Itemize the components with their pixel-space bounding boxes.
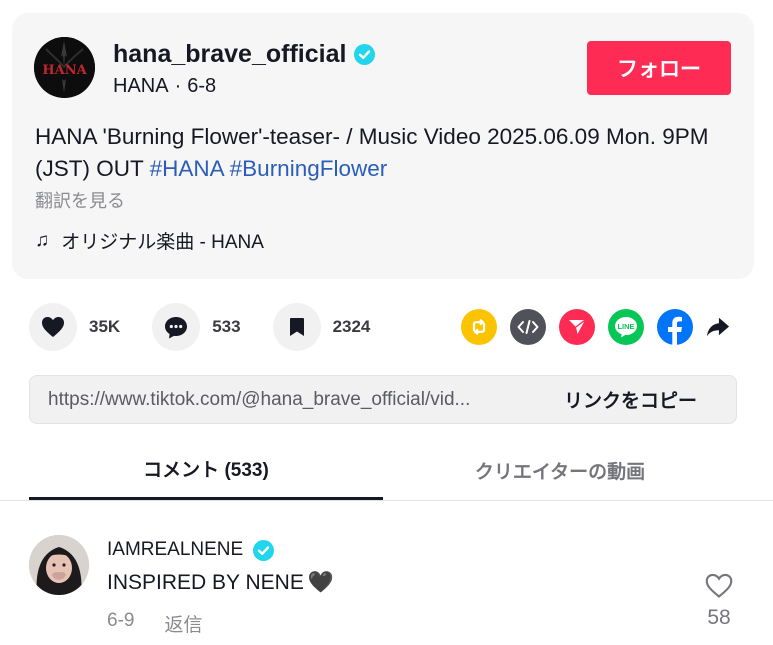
author-username[interactable]: hana_brave_official xyxy=(113,40,376,69)
like-count: 35K xyxy=(89,317,121,336)
share-link-box: https://www.tiktok.com/@hana_brave_offic… xyxy=(29,375,737,424)
music-note-icon: ♫ xyxy=(35,229,50,251)
action-bar: 35K 533 2324 xyxy=(29,303,370,351)
reply-button[interactable]: 返信 xyxy=(164,610,202,637)
comment-date: 6-9 xyxy=(107,610,135,631)
comment-item: IAMREALNENE INSPIRED BY NENE 🖤 6-9 返信 58 xyxy=(29,535,749,637)
music-label[interactable]: オリジナル楽曲 - HANA xyxy=(61,227,264,254)
heart-icon[interactable] xyxy=(29,303,77,351)
video-url-text[interactable]: https://www.tiktok.com/@hana_brave_offic… xyxy=(48,389,538,411)
comment-text: INSPIRED BY NENE 🖤 xyxy=(107,571,334,595)
separator-dot: · xyxy=(174,75,182,97)
bookmark-icon[interactable] xyxy=(272,303,321,351)
send-icon[interactable] xyxy=(559,309,595,345)
commenter-username-text[interactable]: IAMREALNENE xyxy=(107,539,243,561)
save-action[interactable]: 2324 xyxy=(272,303,371,351)
comment-like-count: 58 xyxy=(707,606,731,629)
post-date: 6-8 xyxy=(187,75,217,97)
line-icon[interactable]: LINE xyxy=(608,309,644,345)
commenter-username[interactable]: IAMREALNENE xyxy=(107,539,275,561)
comment-like[interactable]: 58 xyxy=(701,573,737,630)
embed-icon[interactable] xyxy=(510,309,546,345)
verified-badge-icon xyxy=(253,539,275,561)
author-display-name: HANA xyxy=(113,75,169,97)
comment-action[interactable]: 533 xyxy=(152,303,241,351)
like-action[interactable]: 35K xyxy=(29,303,120,351)
username-text[interactable]: hana_brave_official xyxy=(113,40,346,69)
share-icons: LINE xyxy=(461,309,730,345)
author-avatar[interactable]: HANA xyxy=(34,37,95,98)
post-description: HANA 'Burning Flower'-teaser- / Music Vi… xyxy=(35,121,735,185)
see-translation-link[interactable]: 翻訳を見る xyxy=(35,187,125,213)
svg-text:HANA: HANA xyxy=(42,63,87,78)
share-arrow-icon[interactable] xyxy=(706,309,730,345)
tab-creator-videos[interactable]: クリエイターの動画 xyxy=(383,440,737,500)
heart-outline-icon[interactable] xyxy=(705,573,733,599)
verified-badge-icon xyxy=(354,44,376,65)
comment-body: INSPIRED BY NENE xyxy=(107,571,304,594)
copy-link-button[interactable]: リンクをコピー xyxy=(564,386,697,413)
comment-bubble-icon[interactable] xyxy=(152,303,201,351)
repost-icon[interactable] xyxy=(461,309,497,345)
hashtag-hana[interactable]: #HANA xyxy=(150,156,224,181)
hana-logo-icon: HANA xyxy=(34,37,95,98)
facebook-icon[interactable] xyxy=(657,309,693,345)
commenter-avatar[interactable] xyxy=(29,535,89,595)
comment-count: 533 xyxy=(212,317,241,336)
post-info-card: HANA hana_brave_official HANA · 6-8 フォロー… xyxy=(12,13,754,279)
follow-button[interactable]: フォロー xyxy=(587,41,731,95)
tab-bar: コメント (533) クリエイターの動画 xyxy=(0,440,773,501)
tab-comments[interactable]: コメント (533) xyxy=(29,440,383,500)
save-count: 2324 xyxy=(332,317,371,336)
svg-text:LINE: LINE xyxy=(617,322,634,331)
black-heart-emoji: 🖤 xyxy=(307,571,334,594)
comment-meta: 6-9 返信 xyxy=(107,610,202,637)
hashtag-burningflower[interactable]: #BurningFlower xyxy=(230,156,388,181)
author-subline: HANA · 6-8 xyxy=(113,75,216,98)
music-info[interactable]: ♫ オリジナル楽曲 - HANA xyxy=(35,227,264,254)
